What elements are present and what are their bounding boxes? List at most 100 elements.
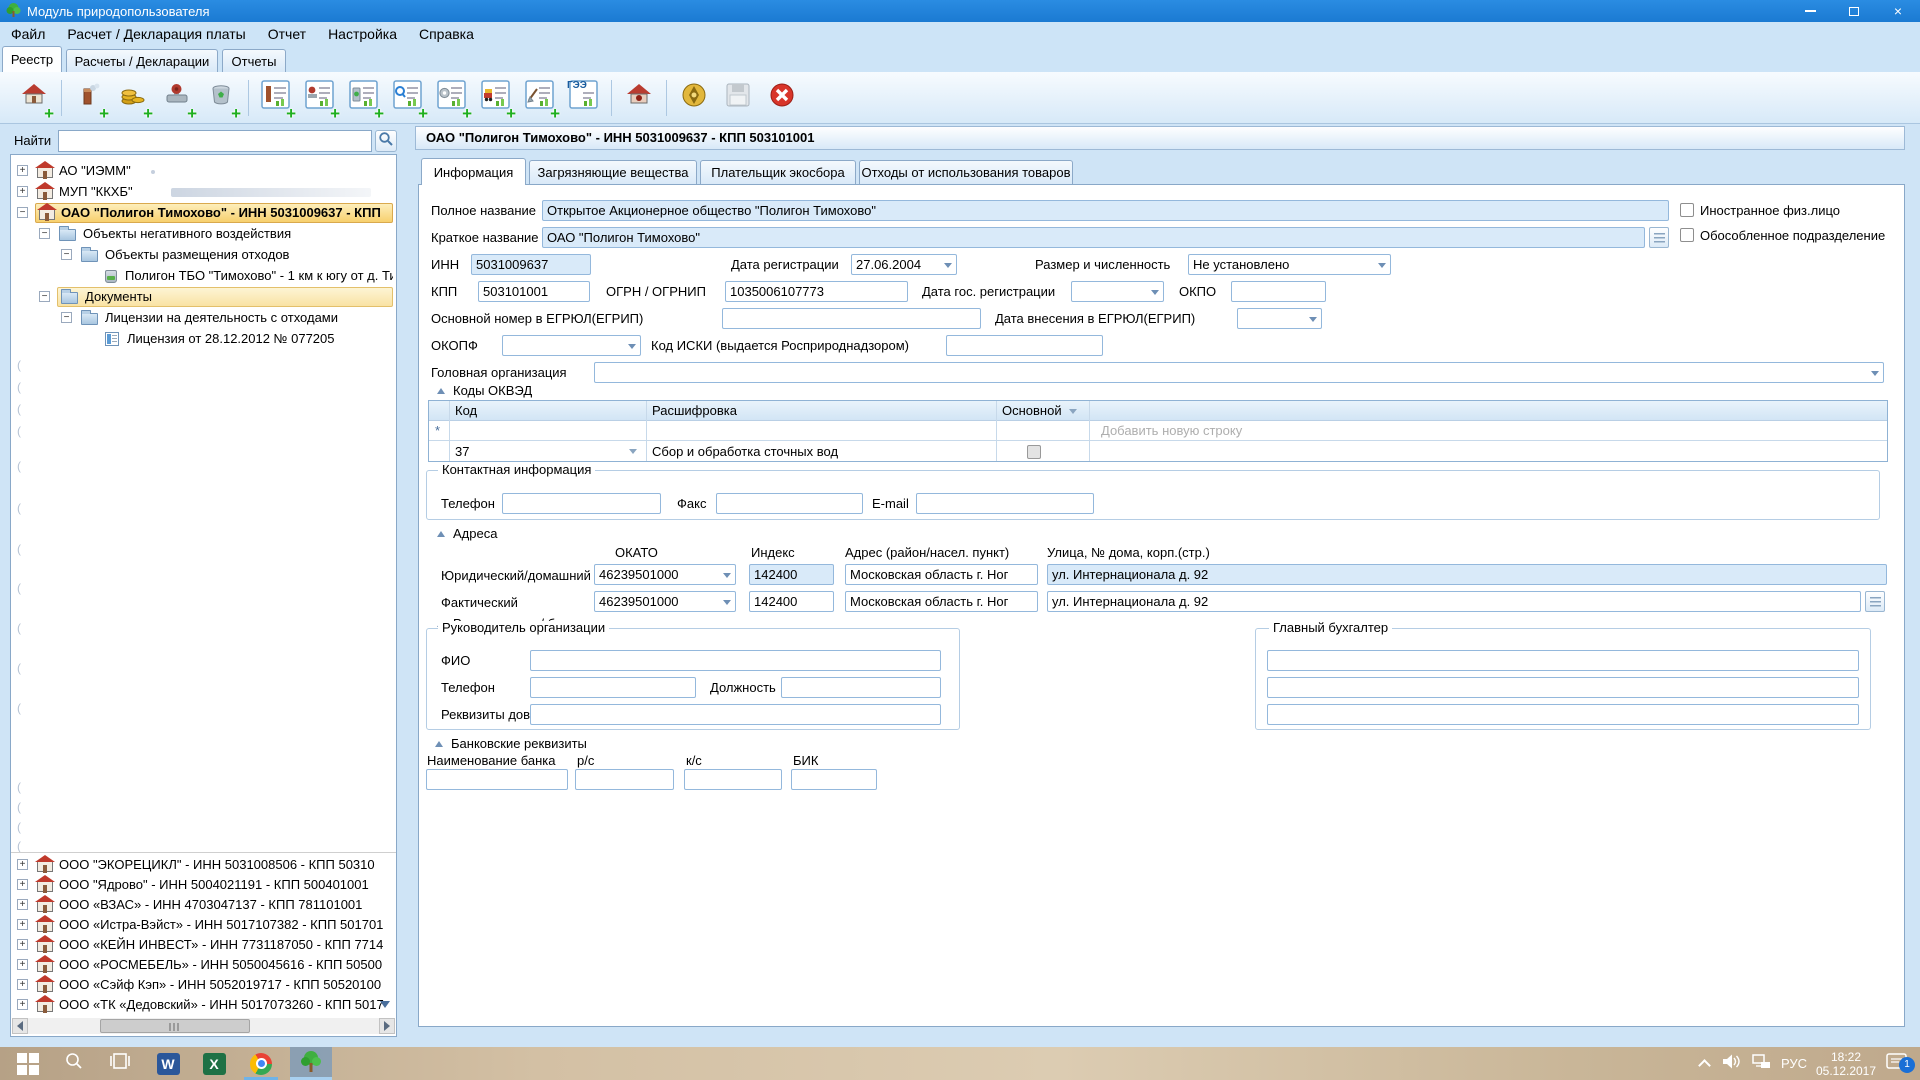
email-field[interactable] — [916, 493, 1094, 514]
scroll-left-button[interactable] — [12, 1018, 28, 1034]
collapse-icon[interactable]: − — [61, 249, 72, 260]
tree-item-org[interactable]: +ООО "ЭКОРЕЦИКЛ" - ИНН 5031008506 - КПП … — [11, 855, 396, 875]
actual-okato-combo[interactable]: 46239501000 — [594, 591, 736, 612]
state-reg-date-combo[interactable] — [1071, 281, 1164, 302]
collapse-icon[interactable]: − — [17, 207, 28, 218]
tree-item-folder[interactable]: −Лицензии на деятельность с отходами — [11, 308, 396, 328]
full-name-field[interactable] — [542, 200, 1669, 221]
expand-icon[interactable]: + — [17, 186, 28, 197]
add-new-row-text[interactable]: Добавить новую строку — [1101, 422, 1242, 440]
expand-icon[interactable]: + — [17, 999, 28, 1010]
tree-item-org[interactable]: +АО "ИЭММ" — [11, 161, 396, 181]
ogrn-field[interactable] — [725, 281, 908, 302]
tab-calculations[interactable]: Расчеты / Декларации — [66, 49, 218, 72]
tree-item-folder-hot[interactable]: −Документы — [11, 287, 396, 307]
close-button[interactable]: × — [1876, 0, 1920, 22]
collapse-icon[interactable]: − — [39, 228, 50, 239]
legal-index-field[interactable] — [749, 564, 834, 585]
minimize-button[interactable] — [1788, 0, 1832, 22]
tree-horizontal-scrollbar[interactable] — [12, 1018, 395, 1034]
expand-icon[interactable]: + — [17, 165, 28, 176]
egrul-date-combo[interactable] — [1237, 308, 1322, 329]
add-gee-report-button[interactable]: ГЭЭ — [562, 76, 606, 120]
start-button[interactable] — [8, 1047, 48, 1080]
expand-icon[interactable]: + — [17, 939, 28, 950]
add-discharge-report-button[interactable]: + — [298, 76, 342, 120]
egrul-number-field[interactable] — [722, 308, 981, 329]
add-coin-stack-button[interactable]: + — [111, 76, 155, 120]
collapse-section-icon[interactable] — [437, 388, 445, 394]
accountant-fio-field[interactable] — [1267, 650, 1859, 671]
menu-file[interactable]: Файл — [0, 22, 56, 45]
menu-calculation-declaration[interactable]: Расчет / Декларация платы — [56, 22, 256, 45]
tab-reports[interactable]: Отчеты — [222, 49, 286, 72]
address-more-button[interactable] — [1865, 591, 1885, 612]
volume-button[interactable] — [1717, 1047, 1745, 1080]
position-field[interactable] — [781, 677, 941, 698]
expand-icon[interactable]: + — [17, 959, 28, 970]
actual-street-field[interactable] — [1047, 591, 1861, 612]
fio-field[interactable] — [530, 650, 941, 671]
notes-button[interactable] — [1649, 227, 1669, 248]
add-waste-site-button[interactable]: + — [199, 76, 243, 120]
tree-item-org[interactable]: +МУП "ККХБ" — [11, 182, 396, 202]
okpo-field[interactable] — [1231, 281, 1326, 302]
tray-expand-button[interactable] — [1692, 1047, 1716, 1080]
excel-taskbar-button[interactable]: X — [194, 1047, 234, 1080]
maximize-button[interactable] — [1832, 0, 1876, 22]
taskbar-search-button[interactable] — [54, 1047, 94, 1080]
tree-item-org-selected[interactable]: −ОАО "Полигон Тимохово" - ИНН 5031009637… — [11, 203, 396, 223]
add-search-report-button[interactable]: + — [386, 76, 430, 120]
bik-field[interactable] — [791, 769, 877, 790]
actual-address-field[interactable] — [845, 591, 1038, 612]
filter-icon[interactable] — [1069, 409, 1077, 414]
tree-item-org[interactable]: +ООО «КЕЙН ИНВЕСТ» - ИНН 7731187050 - КП… — [11, 935, 396, 955]
rosprirodnadzor-emblem-button[interactable] — [672, 76, 716, 120]
okved-code-cell[interactable]: 37 — [455, 441, 469, 463]
menu-settings[interactable]: Настройка — [317, 22, 408, 45]
delete-button[interactable] — [760, 76, 804, 120]
rs-field[interactable] — [575, 769, 674, 790]
tab-pollutants[interactable]: Загрязняющие вещества — [529, 160, 697, 184]
add-waste-report-button[interactable]: + — [342, 76, 386, 120]
okved-table-header[interactable] — [429, 401, 1887, 421]
actual-index-field[interactable] — [749, 591, 834, 612]
tab-goods-waste[interactable]: Отходы от использования товаров — [859, 160, 1073, 184]
search-input[interactable] — [58, 130, 372, 152]
legal-address-field[interactable] — [845, 564, 1038, 585]
menu-report[interactable]: Отчет — [257, 22, 317, 45]
tab-information[interactable]: Информация — [421, 158, 526, 185]
collapse-icon[interactable]: − — [61, 312, 72, 323]
add-organization-button[interactable]: + — [12, 76, 56, 120]
legal-street-field[interactable] — [1047, 564, 1887, 585]
tree-item-org[interactable]: +ООО «ВЗАС» - ИНН 4703047137 - КПП 78110… — [11, 895, 396, 915]
reg-date-combo[interactable]: 27.06.2004 — [851, 254, 957, 275]
tree-item-org[interactable]: +ООО «Сэйф Кэп» - ИНН 5052019717 - КПП 5… — [11, 975, 396, 995]
collapse-icon[interactable]: − — [39, 291, 50, 302]
organization-card-button[interactable] — [617, 76, 661, 120]
add-shovel-report-button[interactable]: + — [518, 76, 562, 120]
chevron-down-icon[interactable] — [629, 449, 637, 454]
accountant-proxy-field[interactable] — [1267, 704, 1859, 725]
expand-icon[interactable]: + — [17, 859, 28, 870]
inn-field[interactable] — [471, 254, 591, 275]
action-center-button[interactable]: 1 — [1880, 1047, 1914, 1080]
expand-icon[interactable]: + — [17, 879, 28, 890]
okopf-combo[interactable] — [502, 335, 641, 356]
collapse-section-icon[interactable] — [435, 741, 443, 747]
task-view-button[interactable] — [100, 1047, 140, 1080]
fax-field[interactable] — [716, 493, 863, 514]
tree-item-org[interactable]: +ООО «Истра-Вэйст» - ИНН 5017107382 - КП… — [11, 915, 396, 935]
chrome-taskbar-button[interactable] — [240, 1047, 282, 1080]
tree-item-org[interactable]: +ООО «ТК «Дедовский» - ИНН 5017073260 - … — [11, 995, 396, 1015]
save-button[interactable] — [716, 76, 760, 120]
accountant-phone-field[interactable] — [1267, 677, 1859, 698]
iski-field[interactable] — [946, 335, 1103, 356]
tree-item-folder[interactable]: −Объекты размещения отходов — [11, 245, 396, 265]
tree-item-folder[interactable]: −Объекты негативного воздействия — [11, 224, 396, 244]
scrollbar-thumb[interactable] — [100, 1019, 250, 1033]
scroll-right-button[interactable] — [379, 1018, 395, 1034]
expand-icon[interactable]: + — [17, 979, 28, 990]
tab-eco-fee-payer[interactable]: Плательщик экосбора — [700, 160, 856, 184]
collapse-section-icon[interactable] — [437, 531, 445, 537]
